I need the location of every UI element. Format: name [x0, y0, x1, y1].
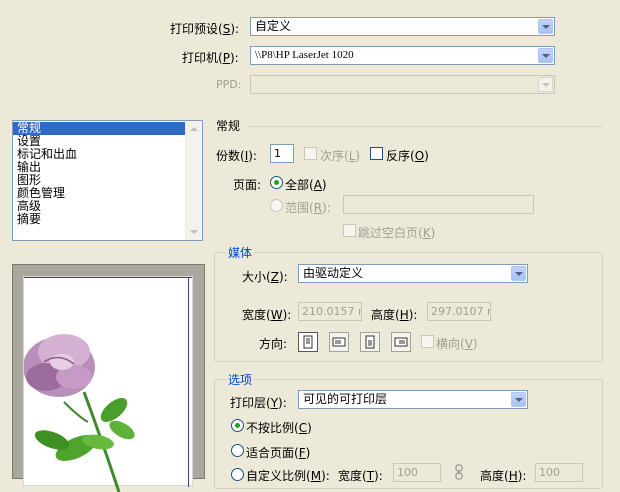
- no-scale-label: 不按比例(C): [246, 421, 312, 435]
- printer-select[interactable]: \\P8\HP LaserJet 1020: [250, 46, 555, 65]
- scale-width-input[interactable]: 100: [393, 463, 441, 482]
- size-label: 大小(Z):: [242, 270, 288, 284]
- reverse-portrait-icon[interactable]: [360, 332, 380, 352]
- link-icon[interactable]: [455, 464, 463, 480]
- layers-select[interactable]: 可见的可打印层: [298, 390, 528, 409]
- collate-checkbox[interactable]: [304, 147, 317, 160]
- options-title: 选项: [226, 371, 255, 388]
- preset-select[interactable]: 自定义: [250, 17, 555, 36]
- pages-label: 页面:: [233, 178, 262, 192]
- width-label: 宽度(W):: [242, 308, 292, 322]
- preview-area: [12, 264, 205, 492]
- landscape-icon[interactable]: [329, 332, 349, 352]
- collate-label: 次序(L): [320, 149, 361, 163]
- all-pages-radio[interactable]: [270, 176, 283, 189]
- reverse-checkbox[interactable]: [370, 147, 383, 160]
- skip-blank-label: 跳过空白页(K): [358, 226, 436, 240]
- fit-page-radio[interactable]: [231, 444, 244, 457]
- no-scale-radio[interactable]: [231, 419, 244, 432]
- chevron-down-icon[interactable]: [538, 19, 553, 34]
- chevron-down-icon[interactable]: [511, 266, 526, 281]
- reverse-label: 反序(O): [386, 149, 429, 163]
- range-radio[interactable]: [270, 199, 283, 212]
- preset-value: 自定义: [255, 19, 292, 33]
- height-label: 高度(H):: [371, 308, 418, 322]
- skip-blank-checkbox[interactable]: [343, 224, 356, 237]
- copies-label: 份数(I):: [216, 149, 257, 163]
- preview-page: [23, 276, 193, 492]
- orientation-label: 方向:: [259, 337, 288, 351]
- chevron-down-icon: [538, 77, 553, 92]
- reverse-landscape-icon[interactable]: [391, 332, 411, 352]
- width-input[interactable]: 210.0157 mi: [298, 302, 362, 321]
- scroll-up-icon[interactable]: [186, 121, 202, 137]
- category-list[interactable]: 常规 设置 标记和出血 输出 图形 颜色管理 高级 摘要: [12, 120, 203, 241]
- height-input[interactable]: 297.0107 mi: [427, 302, 491, 321]
- scale-width-label: 宽度(T):: [338, 469, 383, 483]
- category-scrollbar[interactable]: [185, 121, 202, 240]
- chevron-down-icon[interactable]: [538, 48, 553, 63]
- scale-height-label: 高度(H):: [480, 469, 527, 483]
- layers-value: 可见的可打印层: [303, 392, 388, 406]
- general-title: 常规: [216, 119, 241, 133]
- media-title: 媒体: [226, 244, 255, 261]
- custom-scale-radio[interactable]: [231, 468, 244, 481]
- scale-height-input[interactable]: 100: [535, 463, 583, 482]
- range-label: 范围(R):: [285, 201, 331, 215]
- chevron-down-icon[interactable]: [511, 392, 526, 407]
- printer-label: 打印机(P):: [182, 51, 239, 65]
- ppd-label: PPD:: [216, 78, 242, 91]
- layers-label: 打印层(Y):: [230, 396, 287, 410]
- copies-input[interactable]: 1: [270, 144, 294, 163]
- portrait-icon[interactable]: [298, 332, 318, 352]
- transverse-label: 横向(V): [436, 337, 478, 351]
- ppd-select[interactable]: [250, 75, 555, 94]
- rose-image: [24, 334, 135, 492]
- category-item[interactable]: 摘要: [13, 213, 185, 226]
- preset-label: 打印预设(S):: [170, 22, 240, 36]
- scroll-down-icon[interactable]: [186, 224, 202, 240]
- custom-scale-label: 自定义比例(M):: [246, 469, 330, 483]
- printer-value: \\P8\HP LaserJet 1020: [255, 49, 354, 61]
- size-value: 由驱动定义: [303, 266, 364, 280]
- general-divider: [248, 126, 602, 127]
- range-input[interactable]: [343, 195, 534, 214]
- fit-page-label: 适合页面(F): [246, 446, 311, 460]
- size-select[interactable]: 由驱动定义: [298, 264, 528, 283]
- transverse-checkbox[interactable]: [421, 335, 434, 348]
- all-pages-label: 全部(A): [285, 178, 327, 192]
